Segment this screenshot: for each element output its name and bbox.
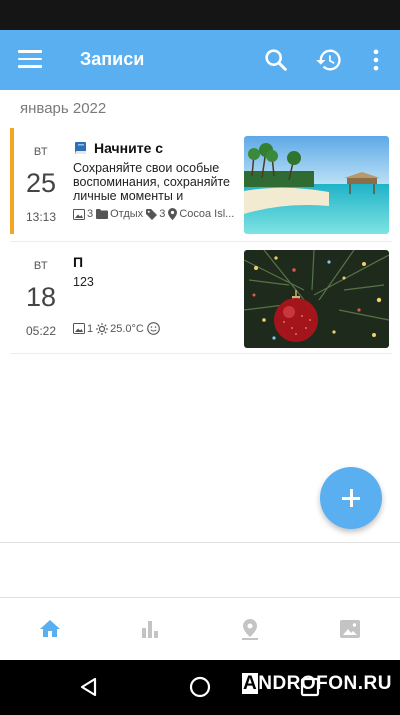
back-icon[interactable] (77, 675, 101, 699)
list-item[interactable]: ВТ 18 05:22 П 123 1 25.0°C (10, 242, 392, 352)
location-icon (168, 208, 178, 220)
photo-count: 3 (87, 208, 94, 220)
list-item[interactable]: ВТ 25 13:13 Начните с Сохраняйте свои ос… (10, 128, 392, 238)
gallery-icon[interactable] (338, 617, 362, 641)
tag-icon (146, 208, 158, 220)
home-icon[interactable] (38, 617, 62, 641)
add-entry-button[interactable] (320, 467, 382, 529)
entry-meta: 3 Отдых 3 Cocoa Isl... (73, 208, 243, 220)
map-pin-icon[interactable] (238, 617, 262, 641)
location-label: Cocoa Isl... (179, 208, 235, 220)
entry-time: 05:22 (25, 324, 57, 338)
entry-day: 25 (25, 168, 57, 198)
page-title: Записи (80, 49, 145, 69)
month-header: январь 2022 (20, 100, 107, 117)
bottom-nav (0, 598, 400, 660)
stats-icon[interactable] (138, 617, 162, 641)
search-icon[interactable] (262, 46, 290, 74)
entry-meta: 1 25.0°C (73, 322, 243, 335)
photo-icon (73, 208, 85, 220)
beach-photo[interactable] (244, 136, 389, 234)
christmas-ornament-photo[interactable] (244, 250, 389, 348)
entry-title: П (73, 254, 83, 270)
entry-day: 18 (25, 282, 57, 312)
more-vert-icon[interactable] (362, 46, 390, 74)
photo-icon (73, 323, 85, 334)
category-label: Отдых (110, 208, 144, 220)
tag-count: 3 (159, 208, 166, 220)
entry-title-text: Начните с (94, 140, 164, 156)
history-icon[interactable] (315, 46, 343, 74)
entry-text: Сохраняйте свои особые воспоминания, сох… (73, 161, 231, 203)
entry-time: 13:13 (25, 210, 57, 224)
entry-weekday: ВТ (33, 260, 49, 272)
entry-title-text: П (73, 254, 84, 270)
entry-weekday: ВТ (33, 146, 49, 158)
smile-icon (147, 322, 160, 335)
entry-text: 123 (73, 275, 94, 289)
book-icon (75, 142, 86, 154)
photo-count: 1 (87, 322, 94, 335)
app-bar: Записи (0, 30, 400, 90)
weather-temp: 25.0°C (110, 322, 144, 335)
status-bar (0, 0, 400, 30)
divider (10, 353, 392, 354)
folder-icon (96, 209, 109, 219)
home-circle-icon[interactable] (188, 675, 212, 699)
watermark: ANDROFON.RU (242, 673, 393, 694)
sun-icon (96, 322, 109, 335)
divider (0, 542, 400, 543)
entry-title: Начните с (73, 140, 163, 156)
menu-icon[interactable] (18, 50, 42, 70)
